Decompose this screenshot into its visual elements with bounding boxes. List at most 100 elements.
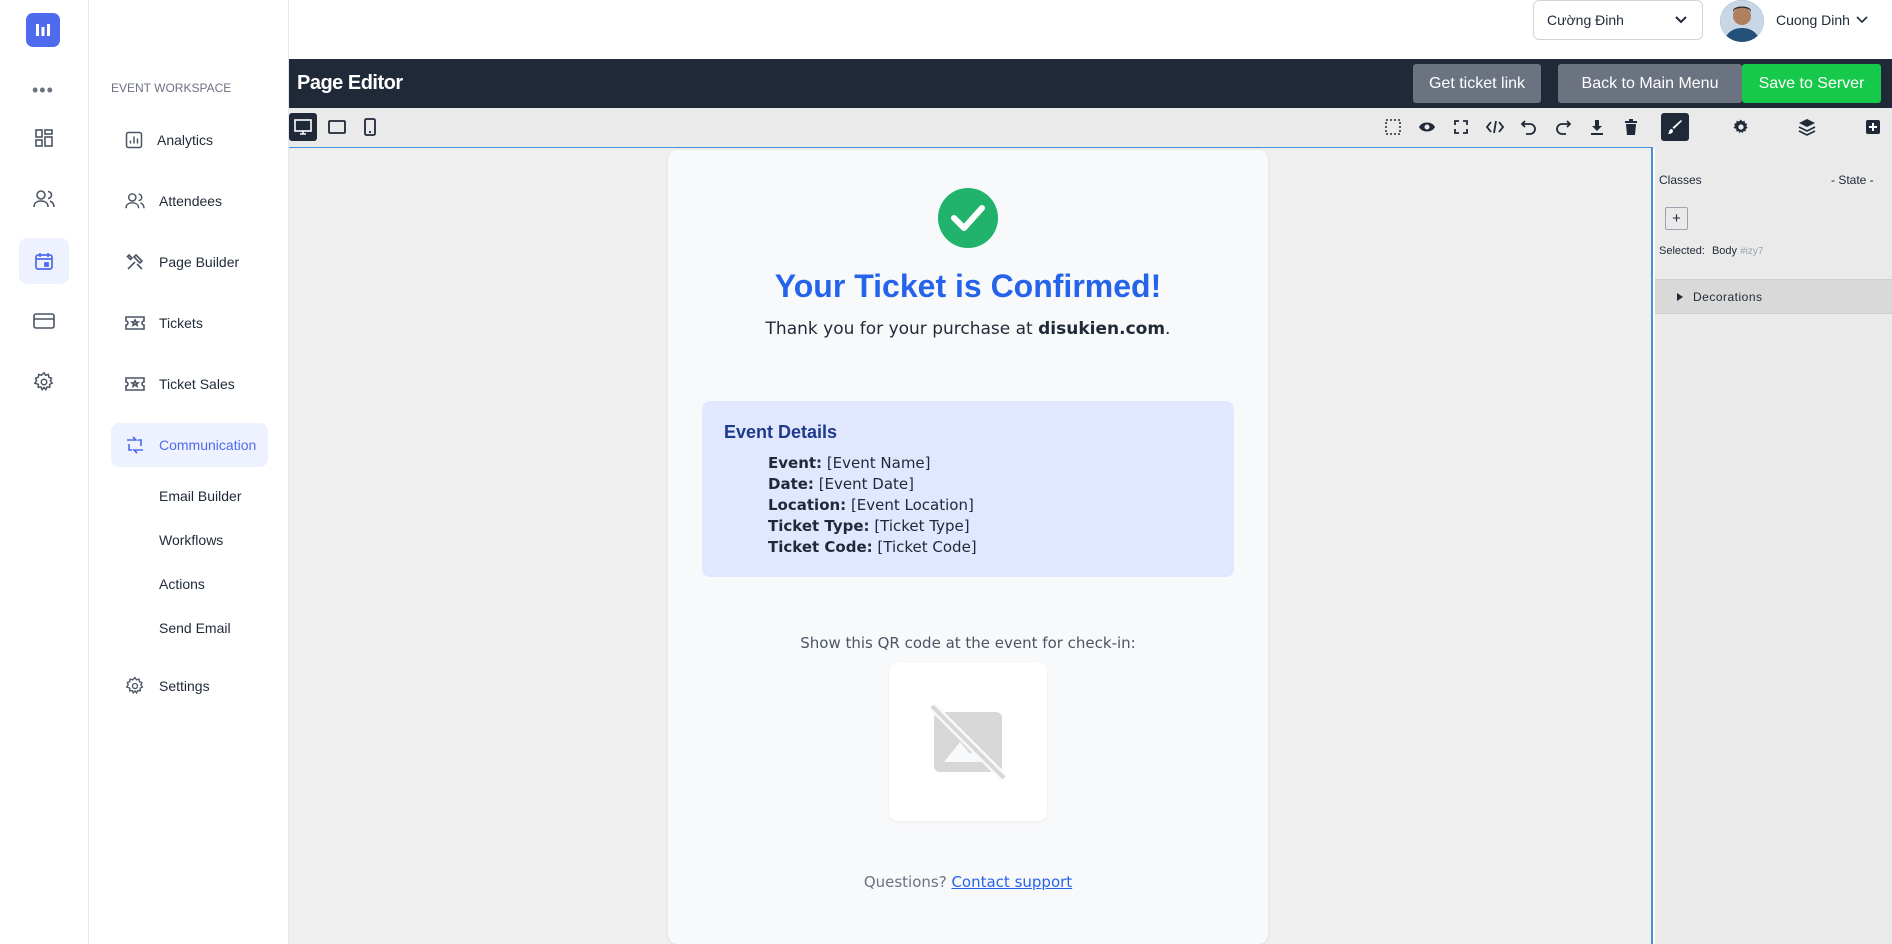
nav-item-label: Settings xyxy=(159,678,210,694)
org-select[interactable]: Cường Đinh xyxy=(1533,0,1703,40)
thanks-prefix: Thank you for your purchase at xyxy=(765,319,1039,339)
nav-item-label: Analytics xyxy=(157,132,214,148)
ticket-icon xyxy=(125,316,145,330)
users-icon[interactable] xyxy=(19,176,69,222)
editor-toolbar xyxy=(289,108,1653,148)
panel-tabs xyxy=(1653,108,1892,148)
decorations-section[interactable]: Decorations xyxy=(1655,279,1892,314)
icon-rail: ••• xyxy=(0,0,89,944)
nav-sub-actions[interactable]: Actions xyxy=(159,576,205,592)
qr-image-placeholder[interactable] xyxy=(889,663,1047,821)
device-tablet-icon[interactable] xyxy=(323,113,351,141)
nav-section-title: EVENT WORKSPACE xyxy=(111,81,232,95)
caret-right-icon xyxy=(1677,292,1683,301)
checkmark-icon xyxy=(938,188,998,248)
preview-eye-icon[interactable] xyxy=(1413,113,1441,141)
nav-sub-email-builder[interactable]: Email Builder xyxy=(159,488,241,504)
chevron-down-icon xyxy=(1675,16,1687,24)
analytics-icon xyxy=(125,131,143,149)
save-to-server-button[interactable]: Save to Server xyxy=(1742,64,1881,103)
nav-item-label: Communication xyxy=(159,437,257,453)
editor-canvas[interactable]: Your Ticket is Confirmed! Thank you for … xyxy=(289,148,1653,944)
style-manager-panel: Classes - State - + Selected: Body #izy7… xyxy=(1655,148,1892,944)
add-class-button[interactable]: + xyxy=(1665,207,1688,230)
page-title: Page Editor xyxy=(297,72,403,94)
detail-key: Event: xyxy=(768,454,823,472)
get-ticket-link-button[interactable]: Get ticket link xyxy=(1413,64,1541,103)
decorations-label: Decorations xyxy=(1693,289,1763,304)
chevron-down-icon xyxy=(1856,16,1868,24)
selected-label: Selected: xyxy=(1659,245,1705,257)
attendees-icon xyxy=(125,193,145,209)
confirmation-heading: Your Ticket is Confirmed! xyxy=(774,268,1162,304)
more-icon[interactable]: ••• xyxy=(32,80,54,101)
fullscreen-icon[interactable] xyxy=(1447,113,1475,141)
card-icon[interactable] xyxy=(19,298,69,344)
nav-item-page-builder[interactable]: Page Builder xyxy=(111,240,268,284)
detail-row-date: Date: [Event Date] xyxy=(768,475,914,493)
qr-label: Show this QR code at the event for check… xyxy=(800,634,1136,652)
nav-sub-send-email[interactable]: Send Email xyxy=(159,620,231,636)
ticket-sales-icon xyxy=(125,377,145,391)
workspace-nav: EVENT WORKSPACE Analytics Attendees Page… xyxy=(89,0,289,944)
detail-row-ticket-code: Ticket Code: [Ticket Code] xyxy=(768,538,977,556)
user-menu[interactable]: Cuong Dinh xyxy=(1776,12,1868,28)
blocks-add-icon[interactable] xyxy=(1859,113,1887,141)
back-to-main-menu-button[interactable]: Back to Main Menu xyxy=(1558,64,1742,103)
nav-item-tickets[interactable]: Tickets xyxy=(111,301,268,345)
thanks-suffix: . xyxy=(1165,319,1171,339)
selected-value: Body xyxy=(1711,245,1738,257)
dashboard-icon[interactable] xyxy=(19,115,69,161)
outline-icon[interactable] xyxy=(1379,113,1407,141)
nav-item-label: Tickets xyxy=(159,315,203,331)
site-name: disukien.com xyxy=(1038,319,1166,339)
nav-item-ticket-sales[interactable]: Ticket Sales xyxy=(111,362,268,406)
thanks-text: Thank you for your purchase at disukien.… xyxy=(668,319,1268,339)
nav-item-label: Ticket Sales xyxy=(159,376,235,392)
detail-row-location: Location: [Event Location] xyxy=(768,496,974,514)
event-details-title: Event Details xyxy=(724,422,838,442)
calendar-icon[interactable] xyxy=(19,238,69,284)
detail-value: [Event Name] xyxy=(822,454,931,472)
image-placeholder-icon xyxy=(928,702,1008,782)
nav-item-label: Page Builder xyxy=(159,254,240,270)
app-logo-icon[interactable] xyxy=(26,13,60,47)
org-select-value: Cường Đinh xyxy=(1547,12,1624,28)
nav-item-attendees[interactable]: Attendees xyxy=(111,179,268,223)
style-manager-brush-icon[interactable] xyxy=(1661,113,1689,141)
trash-icon[interactable] xyxy=(1617,113,1645,141)
download-icon[interactable] xyxy=(1583,113,1611,141)
nav-item-label: Attendees xyxy=(159,193,223,209)
state-select[interactable]: - State - xyxy=(1831,173,1874,187)
contact-support-link[interactable]: Contact support xyxy=(951,873,1072,891)
detail-key: Ticket Type: xyxy=(768,517,870,535)
code-icon[interactable] xyxy=(1481,113,1509,141)
settings-gear-icon[interactable] xyxy=(19,359,69,405)
detail-key: Ticket Code: xyxy=(768,538,873,556)
user-name: Cuong Dinh xyxy=(1776,12,1850,28)
communication-icon xyxy=(127,436,143,454)
detail-value: [Ticket Code] xyxy=(872,538,977,556)
nav-item-settings[interactable]: Settings xyxy=(111,664,268,708)
nav-item-communication[interactable]: Communication xyxy=(111,423,268,467)
redo-icon[interactable] xyxy=(1549,113,1577,141)
classes-label: Classes xyxy=(1659,173,1702,187)
detail-value: [Ticket Type] xyxy=(869,517,970,535)
support-line: Questions? Contact support xyxy=(668,873,1268,891)
detail-row-event: Event: [Event Name] xyxy=(768,454,931,472)
ticket-confirmation-card[interactable]: Your Ticket is Confirmed! Thank you for … xyxy=(668,150,1268,944)
nav-sub-workflows[interactable]: Workflows xyxy=(159,532,223,548)
device-mobile-icon[interactable] xyxy=(356,113,384,141)
avatar[interactable] xyxy=(1720,0,1764,42)
device-desktop-icon[interactable] xyxy=(289,113,317,141)
detail-value: [Event Location] xyxy=(846,496,974,514)
layers-icon[interactable] xyxy=(1793,113,1821,141)
undo-icon[interactable] xyxy=(1515,113,1543,141)
event-details-box: Event Details Event: [Event Name] Date: … xyxy=(702,401,1234,577)
selected-id: #izy7 xyxy=(1740,246,1764,257)
detail-key: Date: xyxy=(768,475,814,493)
nav-item-analytics[interactable]: Analytics xyxy=(111,118,268,162)
trait-settings-gear-icon[interactable] xyxy=(1727,113,1755,141)
detail-key: Location: xyxy=(768,496,847,514)
detail-value: [Event Date] xyxy=(813,475,914,493)
